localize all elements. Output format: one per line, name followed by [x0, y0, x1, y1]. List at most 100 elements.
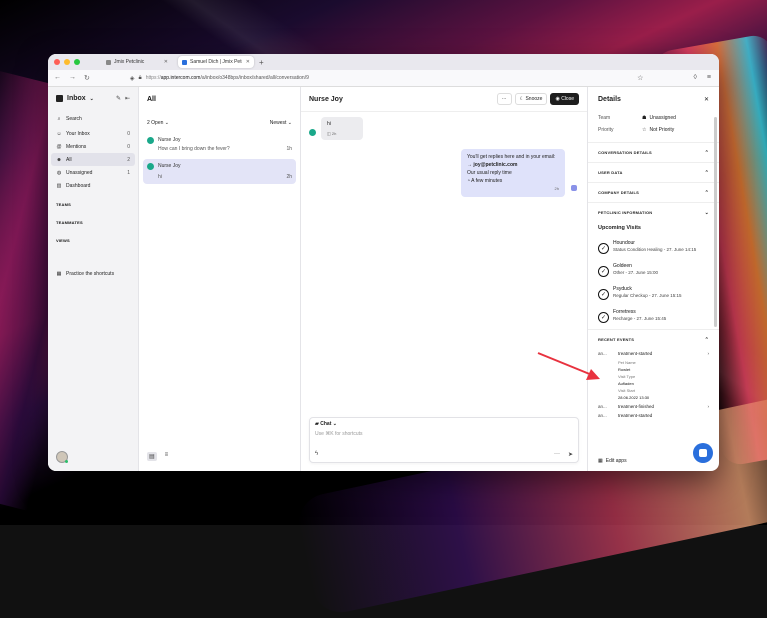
list-view-icon[interactable]: ≡	[165, 452, 169, 461]
event-actor: an...	[598, 413, 607, 418]
close-tab-icon[interactable]: ✕	[164, 59, 168, 65]
avatar[interactable]	[56, 451, 68, 463]
avatar	[147, 137, 154, 144]
reload-icon[interactable]: ↻	[84, 74, 90, 82]
chart-icon: ▥	[56, 182, 62, 189]
moon-icon: ☾	[519, 96, 525, 102]
outgoing-message: You'll get replies here and in your emai…	[461, 149, 565, 197]
close-window-button[interactable]	[54, 59, 60, 65]
edit-apps-button[interactable]: ▦ Edit apps	[598, 458, 627, 464]
sidebar-item-search[interactable]: ⌕ Search	[48, 112, 138, 125]
close-conversation-button[interactable]: ◉ Close	[550, 93, 579, 105]
close-tab-icon[interactable]: ✕	[246, 59, 250, 65]
chevron-up-icon: ⌃	[704, 336, 709, 343]
more-icon[interactable]: ···	[554, 451, 560, 458]
section-label: USER DATA	[598, 170, 623, 175]
sidebar-item-dashboard[interactable]: ▥ Dashboard	[48, 179, 138, 192]
section-conversation-details[interactable]: CONVERSATION DETAILS ⌃	[588, 142, 719, 162]
check-circle-icon: ✓	[598, 266, 609, 277]
conversation-item-selected[interactable]: Nurse Joy hi 2h	[143, 159, 296, 184]
details-panel: Details ✕ Team ☗ Unassigned Priority ☆ Not…	[588, 87, 719, 471]
sort-filter[interactable]: Newest ⌄	[270, 120, 292, 126]
event-row[interactable]: an... treatment-finished ›	[588, 402, 719, 411]
composer-input[interactable]: Use ⌘K for shortcuts	[315, 431, 573, 437]
message-time: 2h	[554, 186, 559, 191]
seen-icon: ◫	[327, 131, 331, 136]
upcoming-visits-title: Upcoming Visits	[598, 225, 641, 231]
list-filters: 2 Open ⌄ Newest ⌄	[139, 116, 300, 130]
message-line: → joy@petclinic.com	[467, 162, 518, 168]
section-label: CONVERSATION DETAILS	[598, 150, 652, 155]
visit-pet-name: Forretress	[613, 309, 636, 315]
send-icon[interactable]: ➤	[568, 451, 573, 458]
lightning-icon[interactable]: ϟ	[315, 451, 318, 458]
pocket-icon[interactable]: ◊	[693, 74, 696, 82]
event-field-label: Visit Start	[618, 388, 636, 393]
lock-icon: 🔒︎	[138, 74, 142, 81]
sidebar-item-all[interactable]: ☻ All 2	[51, 153, 135, 166]
snooze-button[interactable]: ☾ Snooze	[514, 93, 548, 105]
compose-icon[interactable]: ✎	[116, 95, 121, 102]
intercom-app: Inbox ⌄ ✎ ⇤ ⌕ Search ☺ Your Inbox 0 @ Me…	[48, 87, 719, 471]
team-label: Team	[598, 115, 611, 121]
sidebar-item-label: Search	[66, 115, 82, 122]
collapse-sidebar-icon[interactable]: ⇤	[125, 95, 130, 102]
minimize-window-button[interactable]	[64, 59, 70, 65]
forward-icon[interactable]: →	[69, 74, 76, 82]
conversation-time: 1h	[286, 146, 292, 152]
event-field-label: Pet Name	[618, 360, 636, 365]
conversation-item[interactable]: Nurse Joy How can I bring down the fever…	[143, 133, 296, 156]
sidebar-item-unassigned[interactable]: ◍ Unassigned 1	[48, 166, 138, 179]
reply-composer[interactable]: ▰ Chat ⌄ Use ⌘K for shortcuts ϟ ··· ➤	[309, 417, 579, 463]
inbox-icon: ☺	[56, 130, 62, 137]
messenger-launcher[interactable]	[693, 443, 713, 463]
sidebar-item-your-inbox[interactable]: ☺ Your Inbox 0	[48, 127, 138, 140]
menu-icon[interactable]: ≡	[707, 74, 711, 82]
section-user-data[interactable]: USER DATA ⌃	[588, 162, 719, 182]
scrollbar[interactable]	[714, 117, 717, 327]
composer-mode-select[interactable]: ▰ Chat ⌄	[315, 421, 573, 427]
message-line: ◔ A few minutes	[467, 178, 503, 184]
avatar	[147, 163, 154, 170]
url-path: /a/inbox/o348bps/inbox/shared/all/conver…	[200, 75, 309, 81]
status-filter[interactable]: 2 Open ⌄	[147, 120, 169, 126]
zoom-window-button[interactable]	[74, 59, 80, 65]
more-options-button[interactable]: ···	[496, 93, 512, 105]
browser-tab-active[interactable]: Samuel Dich | Jmix Petclinic | Inter ✕	[178, 56, 254, 68]
event-name: treatment-finished	[618, 404, 655, 409]
section-petclinic-information[interactable]: PETCLINIC INFORMATION ⌄	[588, 202, 719, 222]
inbox-title[interactable]: Inbox	[67, 95, 86, 102]
section-company-details[interactable]: COMPANY DETAILS ⌃	[588, 182, 719, 202]
new-tab-button[interactable]: +	[259, 58, 264, 67]
url-field[interactable]: ◈ 🔒︎ https://app.intercom.com/a/inbox/o3…	[130, 75, 309, 82]
team-row[interactable]: Team ☗ Unassigned	[588, 112, 719, 124]
chevron-down-icon: ⌄	[704, 209, 709, 216]
event-detail: Pet Name Rowlet Visit Type Aufladen Visi…	[588, 358, 719, 402]
close-icon[interactable]: ✕	[704, 96, 709, 103]
section-recent-events[interactable]: RECENT EVENTS ⌃	[588, 329, 719, 349]
practice-shortcuts-link[interactable]: ▦ Practice the shortcuts	[48, 267, 138, 280]
url-scheme: https://	[145, 75, 161, 81]
event-row[interactable]: an... treatment-started ›	[588, 349, 719, 358]
tab-label: Samuel Dich | Jmix Petclinic | Inter	[190, 59, 242, 65]
address-bar: ← → ↻ ◈ 🔒︎ https://app.intercom.com/a/in…	[48, 70, 719, 87]
team-icon: ☗	[642, 115, 647, 121]
sidebar-item-count: 0	[127, 130, 130, 137]
back-icon[interactable]: ←	[54, 74, 61, 82]
chevron-down-icon[interactable]: ⌄	[90, 96, 94, 102]
message-line: You'll get replies here and in your emai…	[467, 154, 556, 160]
event-row[interactable]: an... treatment-started	[588, 411, 719, 420]
check-circle-icon: ✓	[598, 289, 609, 300]
section-label: COMPANY DETAILS	[598, 190, 640, 195]
conversation-name: Nurse Joy	[158, 137, 181, 143]
chevron-right-icon: ›	[707, 404, 710, 409]
split-view-icon[interactable]: ▤	[147, 452, 157, 461]
jmix-favicon-icon	[106, 59, 111, 65]
list-view-toggle: ▤ ≡	[147, 452, 168, 461]
priority-row[interactable]: Priority ☆ Not Priority	[588, 124, 719, 136]
event-field-label: Visit Type	[618, 374, 636, 379]
sidebar-item-mentions[interactable]: @ Mentions 0	[48, 140, 138, 153]
browser-tab[interactable]: Jmix Petclinic ✕	[102, 56, 172, 68]
at-icon: @	[56, 143, 62, 150]
bookmark-star-icon[interactable]: ☆	[637, 74, 643, 82]
